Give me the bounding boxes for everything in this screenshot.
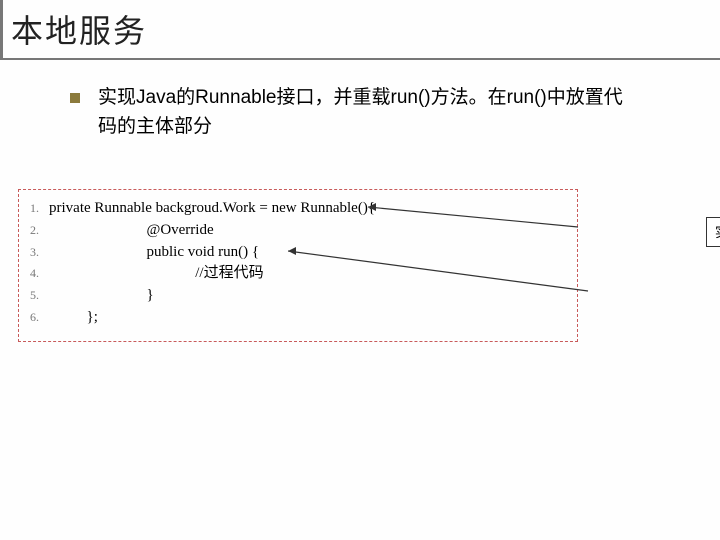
bullet-text: 实现Java的Runnable接口，并重载run()方法。在run()中放置代码…: [98, 84, 630, 141]
callout-implement-runnable: 实现Runable接口: [706, 217, 720, 247]
slide-title: 本地服务: [11, 6, 720, 52]
code-line: 6. };: [25, 307, 567, 329]
line-number: 2.: [25, 222, 49, 239]
code-container: 1. private Runnable backgroud.Work = new…: [18, 189, 702, 342]
code-text: //过程代码: [49, 263, 264, 285]
text-runfunc: run(): [391, 87, 431, 108]
line-number: 5.: [25, 287, 49, 304]
text-segment: 实现Java的: [98, 87, 195, 108]
line-number: 3.: [25, 244, 49, 261]
code-line: 1. private Runnable backgroud.Work = new…: [25, 198, 567, 220]
line-number: 1.: [25, 200, 49, 217]
line-number: 4.: [25, 265, 49, 282]
code-text: private Runnable backgroud.Work = new Ru…: [49, 198, 375, 220]
code-line: 5. }: [25, 285, 567, 307]
bullet-square-icon: [70, 93, 80, 103]
text-runnable: Runnable: [195, 87, 276, 108]
code-line: 4. //过程代码: [25, 263, 567, 285]
line-number: 6.: [25, 309, 49, 326]
text-segment: 接口，并重载: [276, 87, 390, 108]
slide-title-bar: 本地服务: [0, 0, 720, 60]
code-block: 1. private Runnable backgroud.Work = new…: [18, 189, 578, 342]
code-text: };: [49, 307, 98, 329]
code-text: public void run() {: [49, 242, 259, 264]
code-text: @Override: [49, 220, 214, 242]
code-line: 3. public void run() {: [25, 242, 567, 264]
code-text: }: [49, 285, 154, 307]
bullet-item: 实现Java的Runnable接口，并重载run()方法。在run()中放置代码…: [70, 84, 630, 141]
code-line: 2. @Override: [25, 220, 567, 242]
